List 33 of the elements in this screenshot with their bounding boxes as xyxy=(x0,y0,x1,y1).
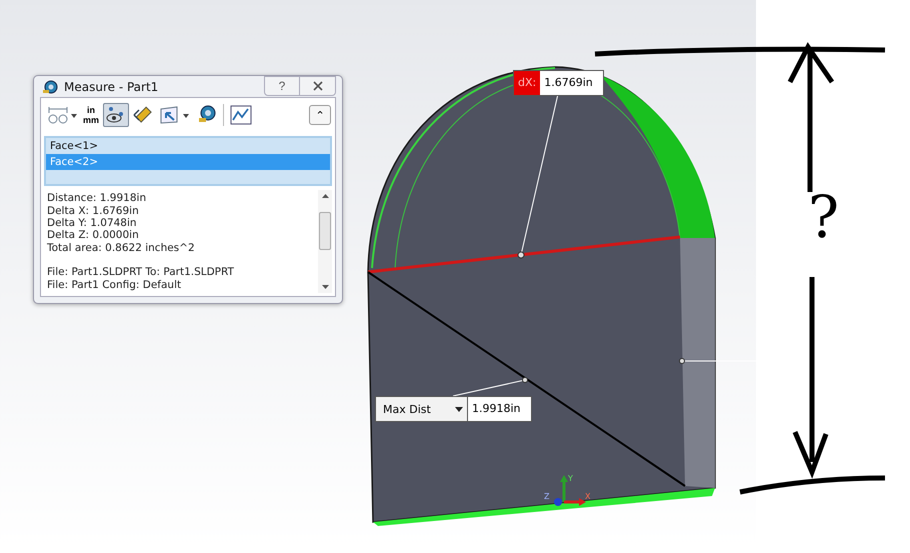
window-title: Measure - Part1 xyxy=(64,80,158,94)
x-axis-label: X xyxy=(585,492,590,501)
result-line: Delta Y: 1.0748in xyxy=(47,216,138,230)
graph-icon xyxy=(230,105,252,126)
collapse-button[interactable]: ⌃ xyxy=(309,105,331,126)
callout-value: 1.9918in xyxy=(471,401,522,417)
result-line: File: Part1.SLDPRT To: Part1.SLDPRT xyxy=(47,266,235,279)
distance-type-dropdown[interactable]: Max Dist xyxy=(376,397,468,421)
scroll-down-icon[interactable] xyxy=(322,285,328,289)
callout-label: dX: xyxy=(514,71,540,95)
plane-arrow-icon xyxy=(159,105,192,126)
result-line: Delta X: 1.6769in xyxy=(47,204,140,217)
units-button[interactable]: in mm xyxy=(81,103,102,128)
caret-icon xyxy=(455,406,463,412)
result-line: File: Part1 Config: Default xyxy=(47,278,182,291)
z-axis-label: Z xyxy=(544,492,550,501)
scrollbar[interactable] xyxy=(318,190,332,293)
show-xyz-button[interactable] xyxy=(103,103,130,128)
result-line: Delta Z: 0.0000in xyxy=(47,229,140,242)
callout-value: 1.6769in xyxy=(543,75,594,91)
close-button[interactable] xyxy=(300,76,336,96)
result-line: Distance: 1.9918in xyxy=(47,192,148,205)
selection-item[interactable]: Face<1> xyxy=(46,138,330,154)
scroll-up-icon[interactable] xyxy=(322,194,328,198)
arc-circle-icon xyxy=(47,105,77,126)
tape-measure-icon xyxy=(42,78,58,95)
result-line: Total area: 0.8622 inches^2 xyxy=(47,242,196,254)
y-axis-label: Y xyxy=(568,474,573,483)
axis-triad-icon xyxy=(554,475,586,506)
close-icon xyxy=(312,80,324,92)
question-mark-annotation: ? xyxy=(808,188,840,246)
sensor-button[interactable] xyxy=(228,103,254,128)
help-button[interactable]: ? xyxy=(264,76,300,96)
